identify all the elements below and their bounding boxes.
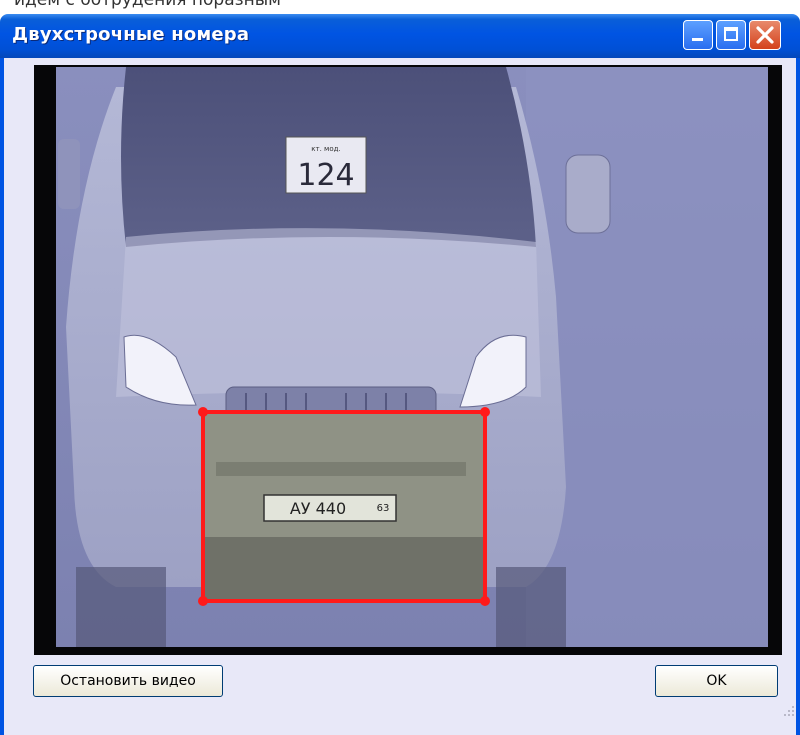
minimize-icon	[692, 38, 703, 41]
sign-small-text: кт. мод.	[311, 145, 340, 153]
roi-handle-bottom-left[interactable]	[198, 596, 208, 606]
plate-region: 63	[377, 503, 390, 514]
sign-number: 124	[297, 158, 354, 193]
license-plate: АУ 440 63	[263, 494, 397, 522]
background-caption-strip: идем с ботрудения поразным	[0, 0, 800, 14]
video-image[interactable]: кт. мод. 124 АУ 440 63	[56, 67, 768, 647]
background-caption-text: идем с ботрудения поразным	[14, 0, 282, 10]
close-button[interactable]	[749, 20, 781, 50]
camera-scene: кт. мод. 124 АУ 440 63	[56, 67, 768, 647]
window-title: Двухстрочные номера	[12, 24, 250, 45]
minimize-button[interactable]	[683, 20, 713, 50]
plate-number: АУ 440	[290, 499, 346, 518]
ok-button[interactable]: OK	[655, 665, 778, 697]
stop-video-button[interactable]: Остановить видео	[33, 665, 223, 697]
close-icon	[756, 26, 774, 44]
roi-handle-top-left[interactable]	[198, 407, 208, 417]
maximize-icon	[724, 27, 738, 41]
roi-handle-top-right[interactable]	[480, 407, 490, 417]
video-frame: кт. мод. 124 АУ 440 63	[34, 65, 782, 655]
windshield-sign: кт. мод. 124	[285, 136, 367, 194]
roi-handle-bottom-right[interactable]	[480, 596, 490, 606]
maximize-button[interactable]	[716, 20, 746, 50]
resize-grip-icon[interactable]	[780, 702, 796, 718]
title-bar[interactable]: Двухстрочные номера	[0, 14, 800, 58]
